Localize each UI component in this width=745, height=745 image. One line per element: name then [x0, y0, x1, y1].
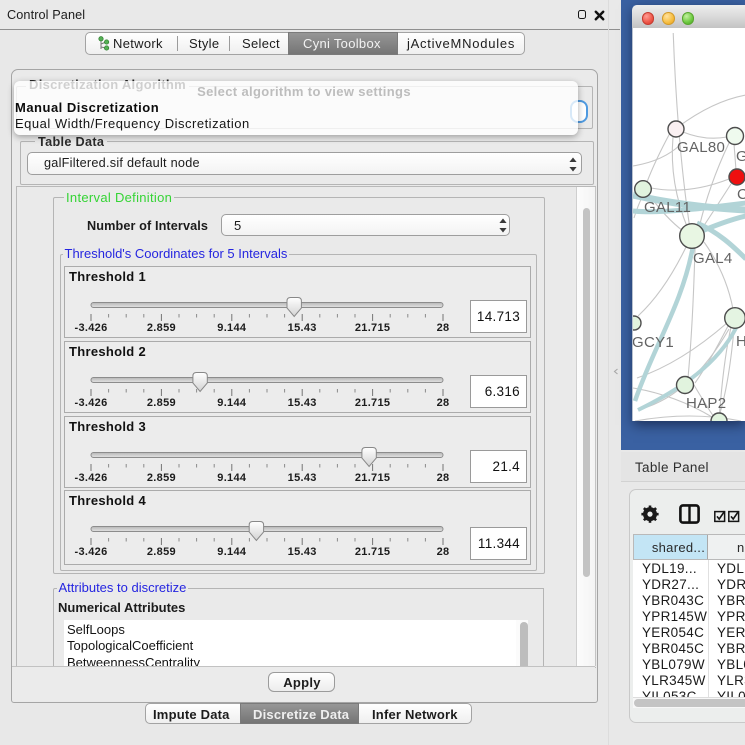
- svg-text:H: H: [736, 333, 745, 350]
- svg-text:-3.426: -3.426: [75, 322, 108, 334]
- svg-text:28: 28: [437, 546, 450, 558]
- svg-text:9.144: 9.144: [217, 322, 247, 334]
- svg-text:-3.426: -3.426: [75, 472, 108, 484]
- svg-text:2.859: 2.859: [147, 322, 176, 334]
- svg-text:GA: GA: [736, 148, 745, 165]
- svg-text:21.715: 21.715: [355, 472, 390, 484]
- svg-text:-3.426: -3.426: [75, 397, 108, 409]
- svg-text:-3.426: -3.426: [75, 546, 108, 558]
- svg-text:2.859: 2.859: [147, 472, 176, 484]
- svg-text:15.43: 15.43: [288, 472, 317, 484]
- svg-text:15.43: 15.43: [288, 322, 317, 334]
- svg-text:2.859: 2.859: [147, 546, 176, 558]
- svg-text:21.715: 21.715: [355, 322, 390, 334]
- svg-text:15.43: 15.43: [288, 397, 317, 409]
- svg-text:GAL11: GAL11: [644, 199, 691, 216]
- svg-text:2.859: 2.859: [147, 397, 176, 409]
- svg-text:GAL4: GAL4: [693, 250, 733, 267]
- svg-text:21.715: 21.715: [355, 397, 390, 409]
- svg-text:9.144: 9.144: [217, 397, 247, 409]
- svg-text:HAP2: HAP2: [686, 395, 726, 412]
- svg-text:15.43: 15.43: [288, 546, 317, 558]
- svg-text:28: 28: [437, 322, 450, 334]
- svg-text:28: 28: [437, 472, 450, 484]
- svg-text:C: C: [737, 186, 745, 203]
- svg-text:GAL80: GAL80: [677, 139, 725, 156]
- svg-text:9.144: 9.144: [217, 546, 247, 558]
- svg-text:21.715: 21.715: [355, 546, 390, 558]
- svg-text:9.144: 9.144: [217, 472, 247, 484]
- svg-text:28: 28: [437, 397, 450, 409]
- svg-text:GCY1: GCY1: [633, 334, 674, 351]
